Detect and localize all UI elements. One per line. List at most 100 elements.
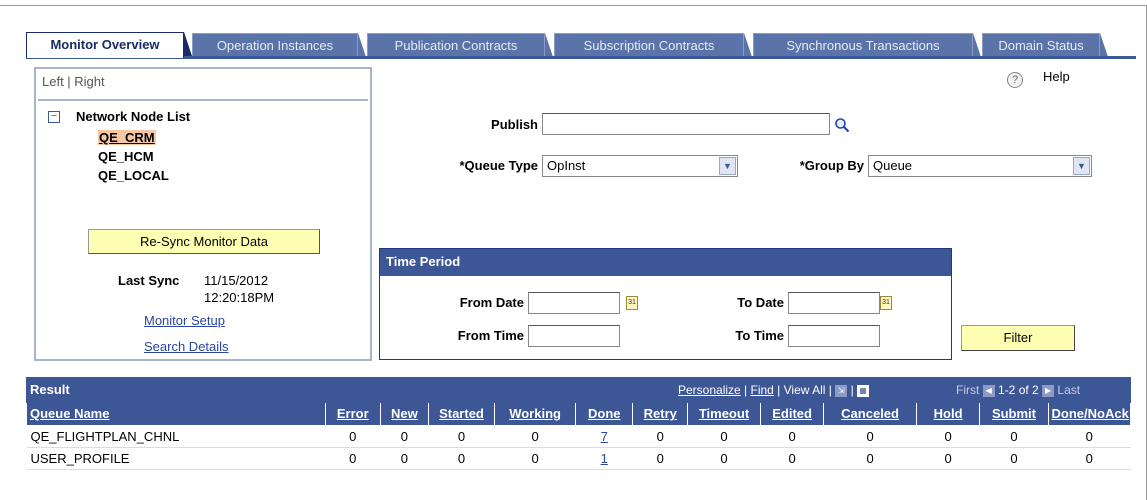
last-sync-label: Last Sync	[118, 273, 180, 288]
last-link[interactable]: Last	[1057, 383, 1080, 397]
tab-bar: Monitor Overview Operation Instances Pub…	[26, 32, 1136, 58]
from-time-input[interactable]	[528, 325, 620, 347]
grid-toolbar: Personalize | Find | View All | ⇲ | ▦	[678, 383, 870, 397]
timeout-cell: 0	[687, 447, 761, 470]
help-link[interactable]: Help	[1043, 69, 1070, 84]
network-node-list-title: Network Node List	[76, 109, 191, 124]
first-link[interactable]: First	[956, 383, 979, 397]
publish-input[interactable]	[542, 113, 830, 135]
node-item-qe-hcm[interactable]: QE_HCM	[98, 149, 154, 164]
search-details-link[interactable]: Search Details	[144, 339, 229, 354]
monitor-setup-link[interactable]: Monitor Setup	[144, 313, 225, 328]
to-time-label: To Time	[735, 328, 784, 343]
done-noack-cell: 0	[1048, 447, 1131, 470]
edited-cell: 0	[760, 447, 824, 470]
next-icon[interactable]: ▶	[1042, 384, 1055, 397]
personalize-link[interactable]: Personalize	[678, 383, 741, 397]
hold-cell: 0	[916, 425, 980, 448]
column-header-submit[interactable]: Submit	[979, 403, 1049, 426]
error-cell: 0	[325, 447, 381, 470]
chevron-down-icon: ▼	[719, 157, 736, 175]
tab-domain-status[interactable]: Domain Status	[982, 33, 1108, 57]
spreadsheet-icon[interactable]: ▦	[857, 384, 870, 397]
tab-subscription-contracts[interactable]: Subscription Contracts	[554, 33, 752, 57]
table-header-row: Queue Name Error New Started Working Don…	[26, 403, 1132, 426]
calendar-icon[interactable]: 31	[880, 296, 892, 310]
to-date-input[interactable]	[788, 292, 880, 314]
column-header-canceled[interactable]: Canceled	[823, 403, 917, 426]
queue-name-cell: USER_PROFILE	[26, 447, 326, 470]
done-cell: 7	[575, 425, 633, 448]
column-header-started[interactable]: Started	[428, 403, 495, 426]
resync-monitor-data-button[interactable]: Re-Sync Monitor Data	[88, 229, 320, 254]
column-header-done[interactable]: Done	[575, 403, 634, 426]
group-by-select[interactable]: Queue ▼	[868, 155, 1092, 177]
column-header-hold[interactable]: Hold	[915, 403, 981, 426]
done-count-link[interactable]: 1	[601, 451, 608, 466]
time-period-title: Time Period	[380, 249, 951, 276]
column-header-queue-name[interactable]: Queue Name	[26, 403, 326, 426]
left-panel-divider	[38, 99, 368, 101]
left-panel: Left | Right − Network Node List QE_CRM …	[34, 67, 372, 361]
tab-publication-contracts[interactable]: Publication Contracts	[367, 33, 553, 57]
group-by-value: Queue	[873, 158, 913, 173]
previous-icon[interactable]: ◀	[982, 384, 995, 397]
page-frame-top	[0, 5, 1147, 6]
from-time-label: From Time	[457, 328, 524, 343]
calendar-icon[interactable]: 31	[626, 296, 638, 310]
hold-cell: 0	[916, 447, 980, 470]
result-table: Queue Name Error New Started Working Don…	[26, 403, 1132, 470]
filter-button[interactable]: Filter	[961, 325, 1075, 351]
column-header-working[interactable]: Working	[493, 403, 577, 426]
done-cell: 1	[575, 447, 633, 470]
submit-cell: 0	[979, 447, 1049, 470]
tab-synchronous-transactions[interactable]: Synchronous Transactions	[753, 33, 981, 57]
queue-type-value: OpInst	[547, 158, 586, 173]
row-range: 1-2 of 2	[998, 383, 1039, 397]
find-link[interactable]: Find	[751, 383, 774, 397]
column-header-retry[interactable]: Retry	[632, 403, 689, 426]
last-sync-date: 11/15/2012	[204, 273, 269, 288]
left-right-toggle[interactable]: Left | Right	[42, 74, 105, 89]
result-title: Result	[30, 382, 70, 397]
table-row: USER_PROFILE 0 0 0 0 1 0 0 0 0 0 0 0	[26, 447, 1131, 470]
submit-cell: 0	[979, 425, 1049, 448]
working-cell: 0	[494, 447, 576, 470]
retry-cell: 0	[632, 425, 688, 448]
download-icon[interactable]: ⇲	[835, 384, 848, 397]
result-grid: Result Personalize | Find | View All | ⇲…	[26, 377, 1132, 470]
table-row: QE_FLIGHTPLAN_CHNL 0 0 0 0 7 0 0 0 0 0 0…	[26, 425, 1131, 448]
new-cell: 0	[380, 425, 429, 448]
column-header-new[interactable]: New	[379, 403, 430, 426]
retry-cell: 0	[632, 447, 688, 470]
queue-type-select[interactable]: OpInst ▼	[542, 155, 738, 177]
column-header-timeout[interactable]: Timeout	[687, 403, 761, 426]
search-icon[interactable]	[834, 117, 850, 133]
queue-type-label: *Queue Type	[459, 158, 538, 173]
working-cell: 0	[494, 425, 576, 448]
column-header-edited[interactable]: Edited	[759, 403, 825, 426]
node-item-qe-crm[interactable]: QE_CRM	[98, 130, 156, 145]
column-header-error[interactable]: Error	[324, 403, 381, 426]
done-noack-cell: 0	[1048, 425, 1131, 448]
view-all-link[interactable]: View All	[784, 383, 826, 397]
chevron-down-icon: ▼	[1073, 157, 1090, 175]
done-count-link[interactable]: 7	[601, 429, 608, 444]
collapse-icon[interactable]: −	[48, 111, 60, 123]
last-sync-time: 12:20:18PM	[204, 290, 275, 305]
canceled-cell: 0	[823, 447, 917, 470]
tab-monitor-overview[interactable]: Monitor Overview	[26, 32, 192, 58]
column-header-done-noack[interactable]: Done/NoAck	[1047, 403, 1132, 426]
grid-navigation: First ◀ 1-2 of 2 ▶ Last	[956, 383, 1080, 397]
canceled-cell: 0	[823, 425, 917, 448]
to-time-input[interactable]	[788, 325, 880, 347]
question-icon[interactable]: ?	[1007, 72, 1023, 88]
from-date-label: From Date	[459, 295, 524, 310]
new-cell: 0	[380, 447, 429, 470]
tab-operation-instances[interactable]: Operation Instances	[192, 33, 366, 57]
from-date-input[interactable]	[528, 292, 620, 314]
publish-label: Publish	[491, 117, 538, 132]
node-item-qe-local[interactable]: QE_LOCAL	[98, 168, 169, 183]
time-period-box: Time Period From Date 31 To Date 31 From…	[379, 248, 952, 360]
tab-underline	[26, 56, 1136, 59]
